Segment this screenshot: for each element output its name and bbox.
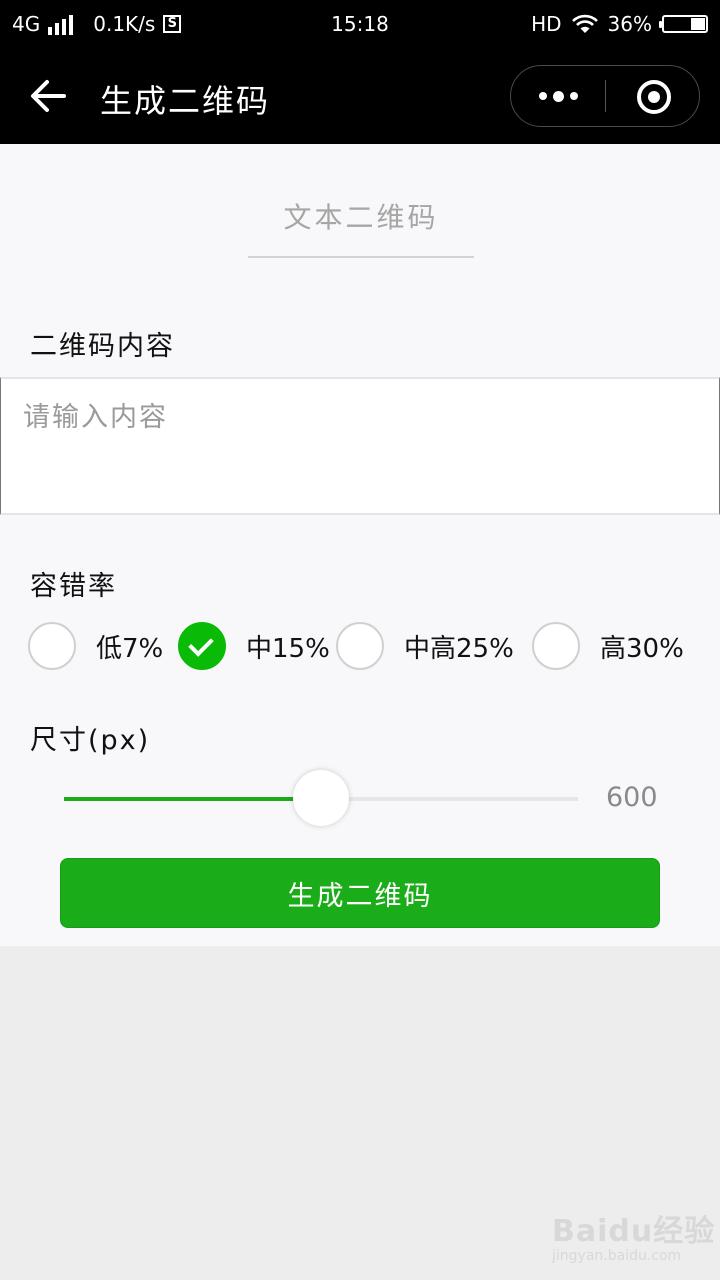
radio-circle[interactable]: [28, 622, 76, 670]
error-rate-label: 容错率: [30, 571, 117, 602]
content-input[interactable]: [0, 377, 720, 515]
size-label: 尺寸(px): [30, 725, 151, 756]
slider-thumb[interactable]: [293, 770, 349, 826]
radio-label: 低7%: [96, 633, 164, 664]
baidu-watermark: Baidu经验 jingyan.baidu.com: [552, 1206, 715, 1264]
nav-bar: 生成二维码: [0, 50, 720, 144]
radio-medium-15[interactable]: 中15%: [178, 622, 330, 670]
more-dots-icon[interactable]: [511, 66, 605, 126]
hd-badge: HD: [531, 12, 562, 36]
capsule-divider: [605, 80, 606, 112]
status-bar: 4G 0.1K/s S 15:18 HD 36%: [0, 0, 720, 50]
target-close-icon[interactable]: [637, 80, 671, 114]
slider-track-fill: [64, 797, 321, 801]
radio-label: 中高25%: [404, 633, 514, 664]
wifi-icon: [571, 14, 598, 33]
radio-label: 中15%: [246, 633, 330, 664]
size-value: 600: [606, 782, 658, 813]
form-panel: 文本二维码 二维码内容 容错率 低7% 中15% 中高25% 高30% 尺寸(p…: [0, 144, 720, 946]
tab-text-qrcode[interactable]: 文本二维码: [248, 196, 474, 258]
radio-low-7[interactable]: 低7%: [28, 622, 163, 670]
status-right: HD 36%: [531, 12, 708, 36]
page-title: 生成二维码: [100, 82, 271, 120]
radio-medium-high-25[interactable]: 中高25%: [336, 622, 514, 670]
watermark-logo: Baidu经验: [552, 1214, 716, 1249]
arrow-left-icon[interactable]: [28, 78, 68, 114]
battery-percent: 36%: [607, 12, 652, 36]
battery-icon: [659, 15, 708, 33]
radio-label: 高30%: [600, 633, 684, 664]
radio-circle[interactable]: [336, 622, 384, 670]
radio-circle[interactable]: [178, 622, 226, 670]
watermark-url: jingyan.baidu.com: [552, 1248, 682, 1264]
size-slider[interactable]: [64, 770, 578, 826]
mini-program-capsule: [510, 65, 700, 127]
content-label: 二维码内容: [30, 331, 175, 362]
radio-circle[interactable]: [532, 622, 580, 670]
radio-high-30[interactable]: 高30%: [532, 622, 684, 670]
generate-button[interactable]: 生成二维码: [60, 858, 660, 928]
